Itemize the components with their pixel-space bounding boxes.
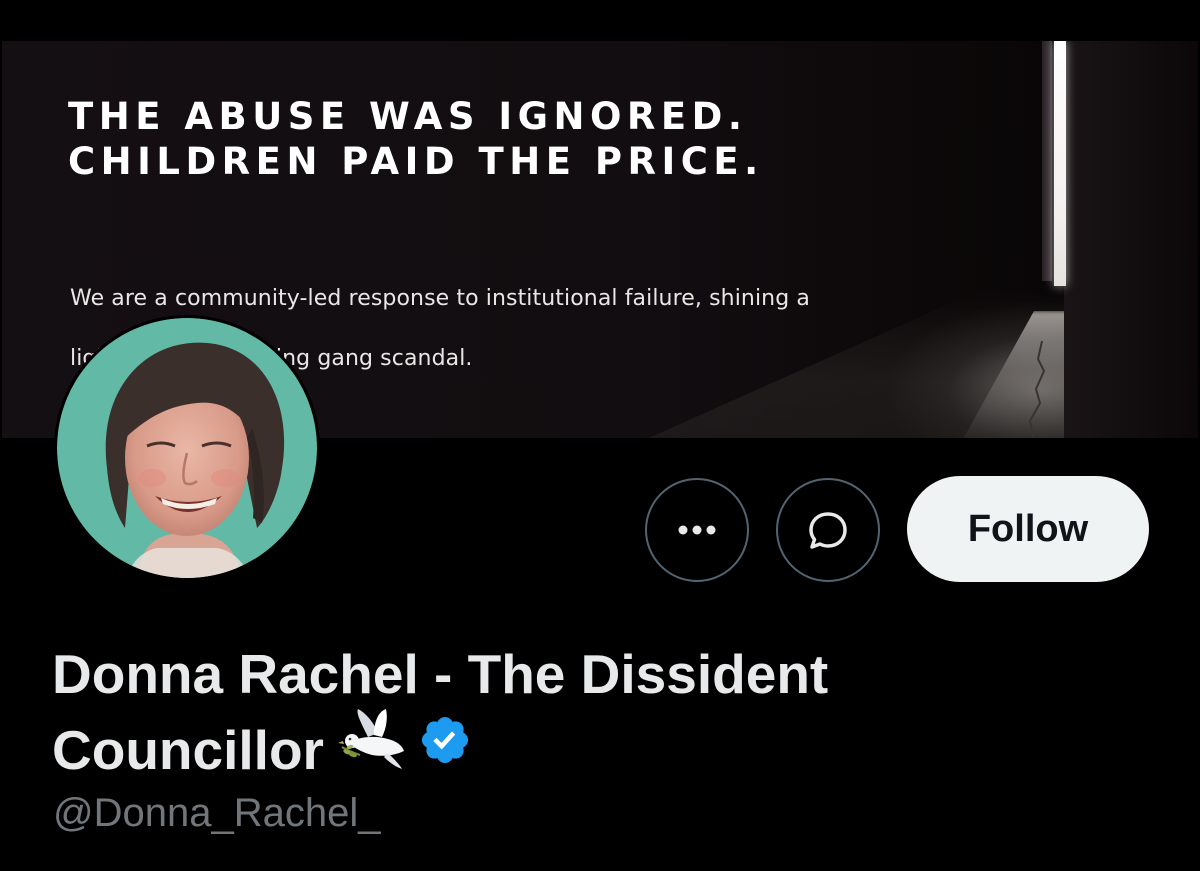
profile-page: THE ABUSE WAS IGNORED. CHILDREN PAID THE … [0,0,1200,871]
avatar[interactable] [54,315,320,581]
message-bubble-icon [809,512,847,549]
display-name-line2: Councillor [52,719,324,781]
banner-wall [1064,41,1198,438]
dove-of-peace-icon [337,707,410,790]
banner-door-light [1054,41,1066,286]
more-button[interactable] [645,478,749,582]
verified-badge-icon[interactable] [418,710,472,786]
banner-headline: THE ABUSE WAS IGNORED. CHILDREN PAID THE … [68,94,764,184]
banner-subtext-line1: We are a community-led response to insti… [70,286,810,311]
more-horizontal-icon [678,525,716,535]
display-name: Donna Rachel - The Dissident Councillor [52,636,1052,796]
display-name-line1: Donna Rachel - The Dissident [52,643,829,705]
banner-headline-line1: THE ABUSE WAS IGNORED. [68,95,748,138]
banner-door-edge [1042,41,1052,281]
follow-button[interactable]: Follow [907,476,1149,582]
banner-floor-crack [1028,341,1046,438]
avatar-photo [57,318,317,578]
username-handle: @Donna_Rachel_ [53,791,381,835]
message-button[interactable] [776,478,880,582]
banner-headline-line2: CHILDREN PAID THE PRICE. [68,140,764,183]
